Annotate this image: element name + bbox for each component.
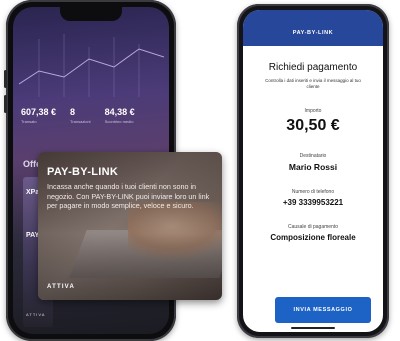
- stat-label: Transato: [21, 119, 37, 124]
- pay-by-link-promo-card[interactable]: PAY-BY-LINK Incassa anche quando i tuoi …: [38, 152, 222, 300]
- stat-value: 84,38 €: [104, 107, 135, 117]
- stat-label: Scontrino medio: [104, 119, 134, 124]
- marketing-mockup: 607,38 € Transato 8 Transazioni 84,38 € …: [0, 0, 400, 341]
- right-phone-screen: PAY-BY-LINK Richiedi pagamento Controlla…: [243, 10, 383, 332]
- phone-notch: [60, 7, 122, 21]
- amount-value: 30,50 €: [286, 117, 340, 134]
- reason-label: Causale di pagamento: [287, 224, 339, 230]
- offer-activate-link[interactable]: ATTIVA: [26, 312, 45, 317]
- stat-value: 607,38 €: [21, 107, 57, 117]
- volume-button: [4, 95, 7, 113]
- page-subtitle: Controlla i dati inseriti e invia il mes…: [265, 78, 361, 89]
- stat-item: 607,38 € Transato: [21, 107, 56, 124]
- card-title: PAY-BY-LINK: [47, 166, 119, 178]
- page-title: Richiedi pagamento: [268, 62, 358, 73]
- right-phone: PAY-BY-LINK Richiedi pagamento Controlla…: [237, 4, 389, 338]
- header-brand: PAY-BY-LINK: [292, 30, 334, 36]
- stat-item: 84,38 € Scontrino medio: [105, 107, 135, 124]
- phone-label: Numero di telefono: [291, 189, 335, 195]
- phone-value: +39 3339953221: [282, 198, 344, 207]
- sales-chart: [19, 34, 164, 97]
- stat-label: Transazioni: [70, 119, 91, 124]
- stat-value: 8: [70, 107, 76, 117]
- payment-summary: Richiedi pagamento Controlla i dati inse…: [243, 46, 383, 242]
- send-message-button[interactable]: INVIA MESSAGGIO: [275, 297, 371, 323]
- amount-label: Importo: [304, 108, 322, 114]
- home-indicator: [291, 327, 335, 329]
- activate-button[interactable]: ATTIVA: [47, 284, 75, 290]
- recipient-label: Destinatario: [299, 153, 327, 159]
- volume-button: [4, 70, 7, 88]
- recipient-value: Mario Rossi: [288, 162, 338, 172]
- app-header: PAY-BY-LINK: [243, 10, 383, 46]
- stat-item: 8 Transazioni: [70, 107, 91, 124]
- reason-value: Composizione floreale: [270, 233, 356, 242]
- stats-row: 607,38 € Transato 8 Transazioni 84,38 € …: [21, 107, 166, 124]
- card-description: Incassa anche quando i tuoi clienti non …: [47, 182, 210, 210]
